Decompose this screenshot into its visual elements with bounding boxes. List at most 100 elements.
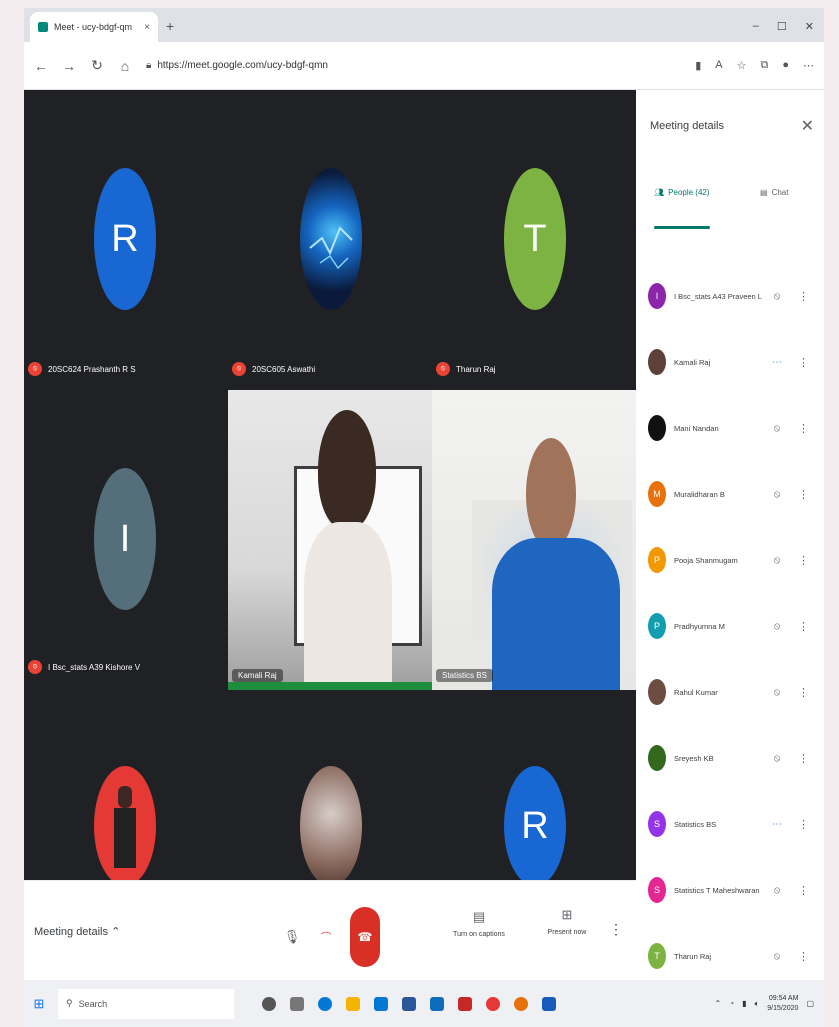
participant-tile[interactable] — [24, 690, 227, 886]
close-panel-icon[interactable]: ✕ — [801, 116, 814, 136]
meet-favicon-icon — [38, 22, 48, 32]
participant-avatar — [648, 415, 666, 441]
more-options-icon[interactable]: ⋮ — [798, 884, 809, 897]
camera-off-button[interactable]: ⌒ — [316, 917, 336, 957]
edge-icon[interactable] — [318, 996, 332, 1011]
person-head — [526, 438, 576, 550]
mic-button[interactable]: 🎙︎ — [282, 917, 302, 957]
battery-icon[interactable]: ▮ — [742, 999, 746, 1008]
url-field[interactable]: 🔒︎ https://meet.google.com/ucy-bdgf-qmn — [146, 53, 681, 79]
more-options-icon[interactable]: ⋮ — [798, 290, 809, 303]
mic-muted-icon[interactable]: ⦸ — [770, 753, 784, 764]
participant-row[interactable]: P Pooja Shanmugam ⦸ ⋮ — [648, 540, 818, 580]
favorite-icon[interactable]: ☆ — [737, 59, 747, 72]
opera-icon[interactable] — [486, 996, 500, 1011]
participant-tile[interactable]: I ⦸ I Bsc_stats A39 Kishore V — [24, 390, 227, 687]
participant-name: Statistics T Maheshwaran — [674, 885, 760, 895]
participant-tile[interactable]: ⦸ 20SC605 Aswathi — [228, 90, 431, 387]
avatar: R — [504, 766, 566, 886]
store-icon[interactable] — [374, 996, 388, 1011]
participant-tile[interactable]: R — [432, 690, 635, 886]
mic-muted-icon[interactable]: ⦸ — [770, 951, 784, 962]
participant-tile[interactable]: T ⦸ Tharun Raj — [432, 90, 635, 387]
clock[interactable]: 09:54 AM 9/15/2020 — [767, 994, 798, 1014]
close-window-icon[interactable]: ✕ — [805, 20, 814, 33]
mic-muted-icon[interactable]: ⦸ — [770, 489, 784, 500]
meeting-details-button[interactable]: Meeting details ⌃ — [34, 925, 120, 938]
cortana-icon[interactable] — [262, 996, 276, 1011]
tray-chevron-icon[interactable]: ⌃ — [715, 999, 722, 1008]
camera-permission-icon[interactable]: ▮ — [695, 59, 701, 72]
more-options-icon[interactable]: ⋮ — [798, 356, 809, 369]
close-tab-icon[interactable]: × — [144, 22, 150, 33]
participant-row[interactable]: Kamali Raj ⋯ ⋮ — [648, 342, 818, 382]
word-icon[interactable] — [402, 996, 416, 1011]
app-icon[interactable] — [458, 996, 472, 1011]
word-document-icon[interactable] — [542, 996, 556, 1011]
participant-row[interactable]: Sreyesh KB ⦸ ⋮ — [648, 738, 818, 778]
mic-muted-icon[interactable]: ⦸ — [770, 687, 784, 698]
new-tab-icon[interactable]: + — [166, 18, 174, 34]
video-tile-statistics[interactable]: Statistics BS — [432, 390, 636, 690]
network-icon[interactable]: ◔ — [729, 999, 734, 1008]
maximize-icon[interactable]: ☐ — [777, 20, 787, 33]
participant-row[interactable]: T Tharun Raj ⦸ ⋮ — [648, 936, 818, 976]
taskbar-apps — [262, 996, 556, 1011]
file-explorer-icon[interactable] — [346, 996, 360, 1011]
back-icon[interactable]: ← — [34, 58, 48, 74]
read-aloud-icon[interactable]: A — [715, 59, 722, 72]
mic-muted-icon: ⦸ — [232, 362, 246, 376]
participant-row[interactable]: P Pradhyumna M ⦸ ⋮ — [648, 606, 818, 646]
task-view-icon[interactable] — [290, 996, 304, 1011]
participant-name: Muralidharan B — [674, 489, 725, 499]
more-options-icon[interactable]: ⋮ — [798, 488, 809, 501]
more-options-icon[interactable]: ⋮ — [798, 422, 809, 435]
participant-avatar — [648, 745, 666, 771]
forward-icon[interactable]: → — [62, 58, 76, 74]
present-now-button[interactable]: ⊞ Present now — [532, 907, 602, 936]
more-options-icon[interactable]: ⋮ — [798, 620, 809, 633]
mic-muted-icon[interactable]: ⦸ — [770, 555, 784, 566]
home-icon[interactable]: ⌂ — [118, 58, 132, 74]
more-options-icon[interactable]: ⋮ — [798, 752, 809, 765]
video-tile-kamali[interactable]: Kamali Raj — [228, 390, 432, 690]
tile-name: ⦸ 20SC605 Aswathi — [232, 362, 315, 376]
profile-icon[interactable]: ● — [782, 59, 789, 72]
notifications-icon[interactable]: ▢ — [806, 999, 814, 1008]
end-call-button[interactable]: ☎︎ — [350, 907, 380, 967]
menu-icon[interactable]: ⋯ — [803, 59, 814, 72]
participant-row[interactable]: S Statistics T Maheshwaran ⦸ ⋮ — [648, 870, 818, 910]
more-options-icon[interactable]: ⋮ — [798, 950, 809, 963]
more-options-icon[interactable]: ⋮ — [798, 686, 809, 699]
reload-icon[interactable]: ↻ — [90, 57, 104, 74]
mic-muted-icon[interactable]: ⦸ — [770, 423, 784, 434]
browser-tab[interactable]: Meet - ucy-bdgf-qm × — [30, 12, 158, 42]
speaking-icon[interactable]: ⋯ — [770, 819, 784, 830]
mail-icon[interactable] — [430, 996, 444, 1011]
tab-chat[interactable]: ▤ Chat — [760, 188, 788, 197]
more-options-icon[interactable]: ⋮ — [798, 818, 809, 831]
search-icon: ⚲ — [66, 998, 73, 1008]
participant-row[interactable]: I I Bsc_stats A43 Praveen L ⦸ ⋮ — [648, 276, 818, 316]
collections-icon[interactable]: ⧉ — [760, 59, 768, 72]
taskbar-search[interactable]: ⚲ Search — [58, 988, 234, 1019]
captions-button[interactable]: ▤ Turn on captions — [444, 909, 514, 938]
participant-row[interactable]: S Statistics BS ⋯ ⋮ — [648, 804, 818, 844]
participant-tile[interactable] — [228, 690, 431, 886]
mic-muted-icon[interactable]: ⦸ — [770, 291, 784, 302]
minimize-icon[interactable]: – — [753, 20, 759, 33]
more-options-icon[interactable]: ⋮ — [798, 554, 809, 567]
tab-people[interactable]: 👥︎ People (42) — [654, 188, 710, 197]
firefox-icon[interactable] — [514, 996, 528, 1011]
volume-icon[interactable]: 🔈︎ — [754, 999, 759, 1009]
chevron-up-icon: ⌃ — [111, 926, 121, 938]
more-options-icon[interactable]: ⋮ — [609, 921, 623, 938]
participant-row[interactable]: Mani Nandan ⦸ ⋮ — [648, 408, 818, 448]
windows-start-icon[interactable]: ⊞ — [24, 996, 54, 1012]
mic-muted-icon[interactable]: ⦸ — [770, 885, 784, 896]
participant-tile[interactable]: R ⦸ 20SC624 Prashanth R S — [24, 90, 227, 387]
mic-muted-icon[interactable]: ⦸ — [770, 621, 784, 632]
participant-row[interactable]: M Muralidharan B ⦸ ⋮ — [648, 474, 818, 514]
speaking-icon[interactable]: ⋯ — [770, 357, 784, 368]
participant-row[interactable]: Rahul Kumar ⦸ ⋮ — [648, 672, 818, 712]
